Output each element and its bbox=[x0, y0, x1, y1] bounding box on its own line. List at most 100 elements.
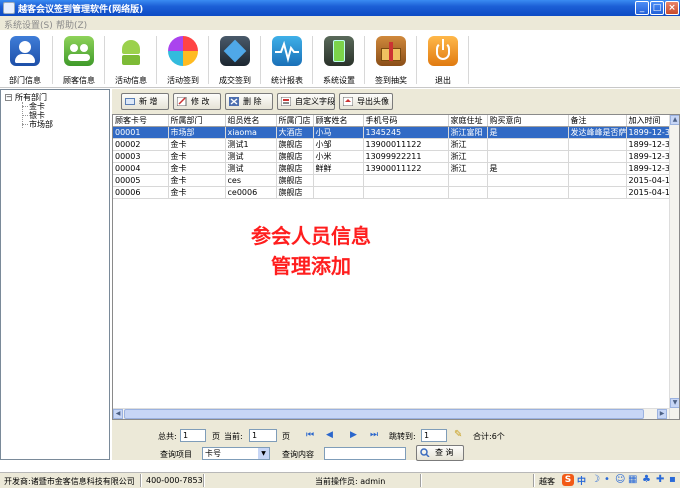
pager-panel: 总共: 1 页 当前: 1 页 ⏮ ◀ ▶ ⏭ 跳转到: 1 ✎ 合计:6个 查… bbox=[112, 420, 680, 461]
moon-icon[interactable]: ☽ bbox=[591, 474, 600, 485]
status-divider bbox=[140, 474, 142, 487]
column-header[interactable]: 顾客卡号 bbox=[113, 115, 169, 127]
table-cell: 旗舰店 bbox=[276, 174, 314, 187]
prev-page-icon[interactable]: ◀ bbox=[326, 430, 333, 440]
table-cell: ces bbox=[225, 174, 277, 187]
toolbar-department-info[interactable]: 部门信息 bbox=[0, 33, 50, 87]
toolbar-checkin-lottery[interactable]: 签到抽奖 bbox=[366, 33, 416, 87]
record-count: 合计:6个 bbox=[473, 432, 505, 441]
table-cell: 2015-04-18 bbox=[626, 186, 672, 199]
tree-node-marketing[interactable]: 市场部 bbox=[29, 119, 53, 130]
toolbar-divider bbox=[260, 36, 261, 84]
current-page-field[interactable]: 1 bbox=[249, 429, 277, 442]
table-cell: 00003 bbox=[113, 150, 169, 163]
query-content-input[interactable] bbox=[324, 447, 406, 460]
table-cell: 大酒店 bbox=[276, 126, 314, 139]
toolbar-customer-info[interactable]: 顾客信息 bbox=[54, 33, 104, 87]
scroll-down-icon[interactable]: ▼ bbox=[670, 398, 679, 408]
column-header[interactable]: 顾客姓名 bbox=[313, 115, 364, 127]
punctuation-icon[interactable]: • bbox=[604, 474, 610, 485]
table-row[interactable]: 00003 金卡 测试 旗舰店 小米 13099922211 浙江 1899-12-30 bbox=[113, 150, 672, 163]
keyboard-icon[interactable]: ▦ bbox=[628, 474, 637, 485]
customer-grid[interactable]: 顾客卡号 所属部门 组员姓名 所属门店 顾客姓名 手机号码 家庭住址 购买意向 备注 加入时间 0… bbox=[112, 114, 680, 420]
table-cell: 00005 bbox=[113, 174, 169, 187]
add-button[interactable]: 新 增 bbox=[121, 93, 169, 110]
toolbar-activity-checkin[interactable]: 活动签到 bbox=[158, 33, 208, 87]
operator-text: 当前操作员: admin bbox=[315, 477, 386, 486]
skin-icon[interactable]: ♣ bbox=[642, 474, 651, 485]
table-cell: 旗舰店 bbox=[276, 186, 314, 199]
table-row[interactable]: 00002 金卡 测试1 旗舰店 小邹 13900011122 浙江 1899-12-30 bbox=[113, 138, 672, 151]
edit-button-label: 修 改 bbox=[191, 97, 210, 106]
table-cell: 00002 bbox=[113, 138, 169, 151]
horizontal-scrollbar[interactable]: ◀ ▶ bbox=[113, 408, 669, 419]
collapse-icon[interactable]: − bbox=[5, 94, 12, 101]
vertical-scrollbar[interactable]: ▲ ▼ bbox=[669, 115, 679, 419]
column-header[interactable]: 所属部门 bbox=[168, 115, 226, 127]
minimize-button[interactable]: _ bbox=[635, 1, 649, 15]
first-page-icon[interactable]: ⏮ bbox=[306, 430, 314, 440]
table-row[interactable]: 00004 金卡 测试 旗舰店 鲜鲜 13900011122 浙江是 1899-12-30 bbox=[113, 162, 672, 175]
emoji-icon[interactable]: ☺ bbox=[615, 474, 625, 485]
column-header[interactable]: 备注 bbox=[568, 115, 627, 127]
column-header[interactable]: 加入时间 bbox=[626, 115, 672, 127]
toolbar-divider bbox=[364, 36, 365, 84]
overlay-caption-line1: 参会人员信息 bbox=[251, 224, 371, 248]
toolbar-divider bbox=[416, 36, 417, 84]
jump-page-field[interactable]: 1 bbox=[421, 429, 447, 442]
lottery-icon bbox=[376, 36, 406, 66]
customer-icon bbox=[64, 36, 94, 66]
table-cell: 小邹 bbox=[313, 138, 364, 151]
toolbar-statistics-report[interactable]: 统计报表 bbox=[262, 33, 312, 87]
maximize-button[interactable]: □ bbox=[650, 1, 664, 15]
toolbar-activity-info[interactable]: 活动信息 bbox=[106, 33, 156, 87]
main-panel: 新 增 修 改 删 除 自定义字段 导出头像 顾客卡号 所属部门 组员姓名 所属门店顾… bbox=[112, 89, 680, 461]
toolbar-deal-checkin[interactable]: 成交签到 bbox=[210, 33, 260, 87]
query-item-select[interactable]: 卡号 ▼ bbox=[202, 447, 270, 460]
table-cell: 测试1 bbox=[225, 138, 277, 151]
table-row[interactable]: 00006 金卡 ce0006 旗舰店 2015-04-18 bbox=[113, 186, 672, 199]
table-cell: 是 bbox=[487, 162, 569, 175]
column-header[interactable]: 购买意向 bbox=[487, 115, 569, 127]
table-row[interactable]: 00005 金卡 ces 旗舰店 2015-04-18 bbox=[113, 174, 672, 187]
custom-field-button[interactable]: 自定义字段 bbox=[277, 93, 335, 110]
toolbar-system-settings[interactable]: 系统设置 bbox=[314, 33, 364, 87]
ime-logo-icon[interactable]: S bbox=[562, 474, 574, 486]
last-page-icon[interactable]: ⏭ bbox=[370, 430, 378, 440]
scroll-right-icon[interactable]: ▶ bbox=[657, 409, 667, 419]
next-page-icon[interactable]: ▶ bbox=[350, 430, 357, 440]
jump-go-icon[interactable]: ✎ bbox=[454, 429, 462, 440]
table-cell: 金卡 bbox=[168, 186, 226, 199]
column-header[interactable]: 家庭住址 bbox=[448, 115, 488, 127]
delete-button[interactable]: 删 除 bbox=[225, 93, 273, 110]
chevron-down-icon[interactable]: ▼ bbox=[258, 448, 269, 459]
table-cell: 金卡 bbox=[168, 174, 226, 187]
table-cell bbox=[313, 186, 364, 199]
table-cell: xiaoma bbox=[225, 126, 277, 139]
toolbar-exit[interactable]: 退出 bbox=[418, 33, 468, 87]
search-icon bbox=[420, 448, 430, 457]
ime-mode-icon[interactable]: 中 bbox=[577, 474, 586, 487]
shirt-icon[interactable]: ✚ bbox=[656, 474, 664, 485]
query-button[interactable]: 查 询 bbox=[416, 445, 464, 461]
exit-icon bbox=[428, 36, 458, 66]
column-header[interactable]: 手机号码 bbox=[363, 115, 449, 127]
scroll-left-icon[interactable]: ◀ bbox=[113, 409, 123, 419]
scroll-up-icon[interactable]: ▲ bbox=[670, 115, 679, 125]
table-cell bbox=[363, 174, 449, 187]
table-cell bbox=[487, 174, 569, 187]
table-cell bbox=[313, 174, 364, 187]
table-cell: 旗舰店 bbox=[276, 138, 314, 151]
report-icon bbox=[272, 36, 302, 66]
action-bar: 新 增 修 改 删 除 自定义字段 导出头像 bbox=[112, 89, 680, 114]
column-header[interactable]: 组员姓名 bbox=[225, 115, 277, 127]
export-avatar-button[interactable]: 导出头像 bbox=[339, 93, 393, 110]
table-row[interactable]: 00001 市场部 xiaoma 大酒店 小马 1345245 浙江富阳是发达峰峰是否萨 18… bbox=[113, 126, 672, 139]
table-cell: 00004 bbox=[113, 162, 169, 175]
table-cell: 2015-04-18 bbox=[626, 174, 672, 187]
column-header[interactable]: 所属门店 bbox=[276, 115, 314, 127]
close-button[interactable]: × bbox=[665, 1, 679, 15]
tools-icon[interactable]: ▪ bbox=[669, 474, 676, 485]
horizontal-scroll-thumb[interactable] bbox=[124, 409, 644, 419]
edit-button[interactable]: 修 改 bbox=[173, 93, 221, 110]
